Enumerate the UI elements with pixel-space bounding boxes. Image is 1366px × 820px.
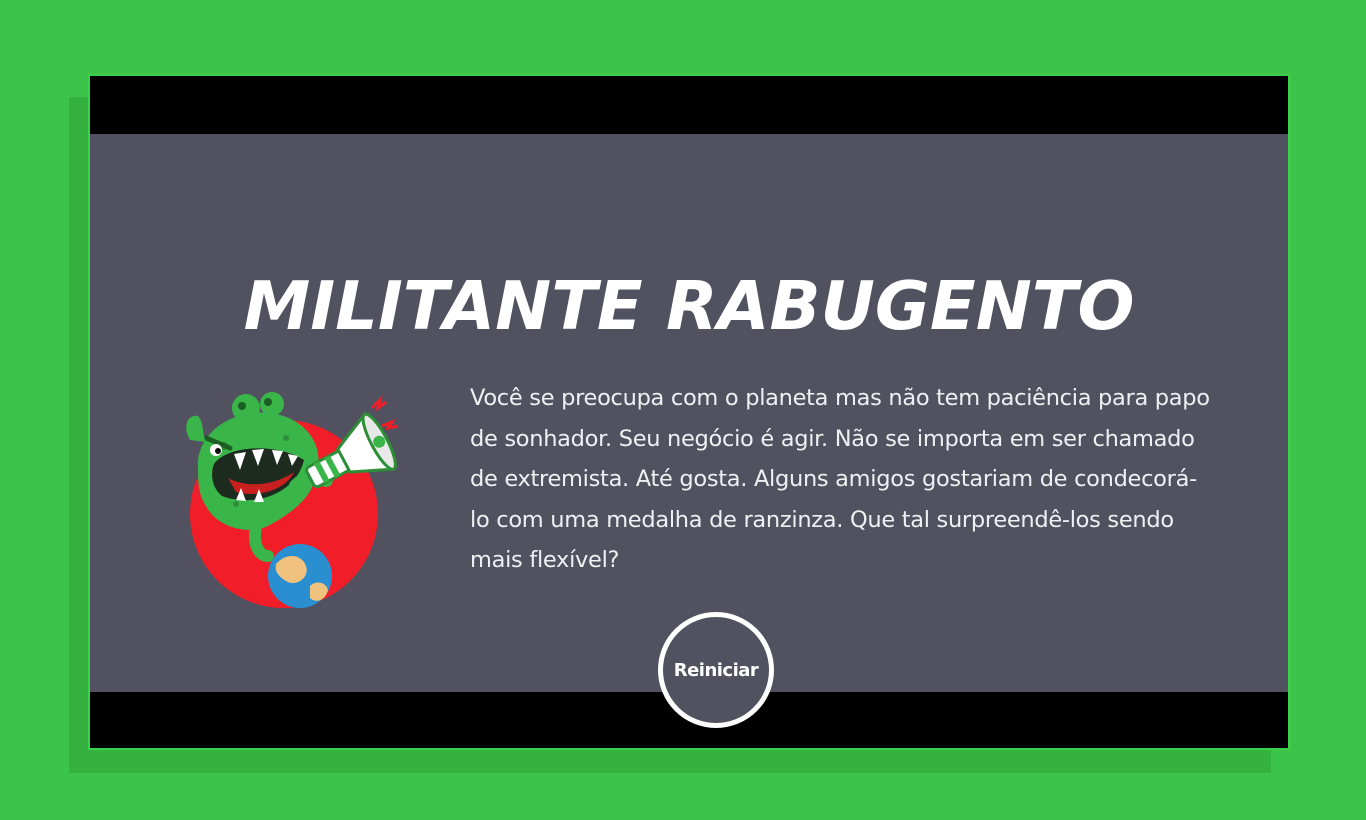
result-description: Você se preocupa com o planeta mas não t…: [470, 385, 1210, 573]
angry-monster-megaphone-icon: [176, 376, 416, 612]
result-card: MILITANTE RABUGENTO Você se preocupa com…: [88, 74, 1290, 750]
restart-button-label: Reiniciar: [673, 659, 759, 681]
top-bar: [90, 76, 1288, 134]
result-title: MILITANTE RABUGENTO: [243, 267, 1135, 345]
restart-button[interactable]: Reiniciar: [658, 612, 774, 728]
